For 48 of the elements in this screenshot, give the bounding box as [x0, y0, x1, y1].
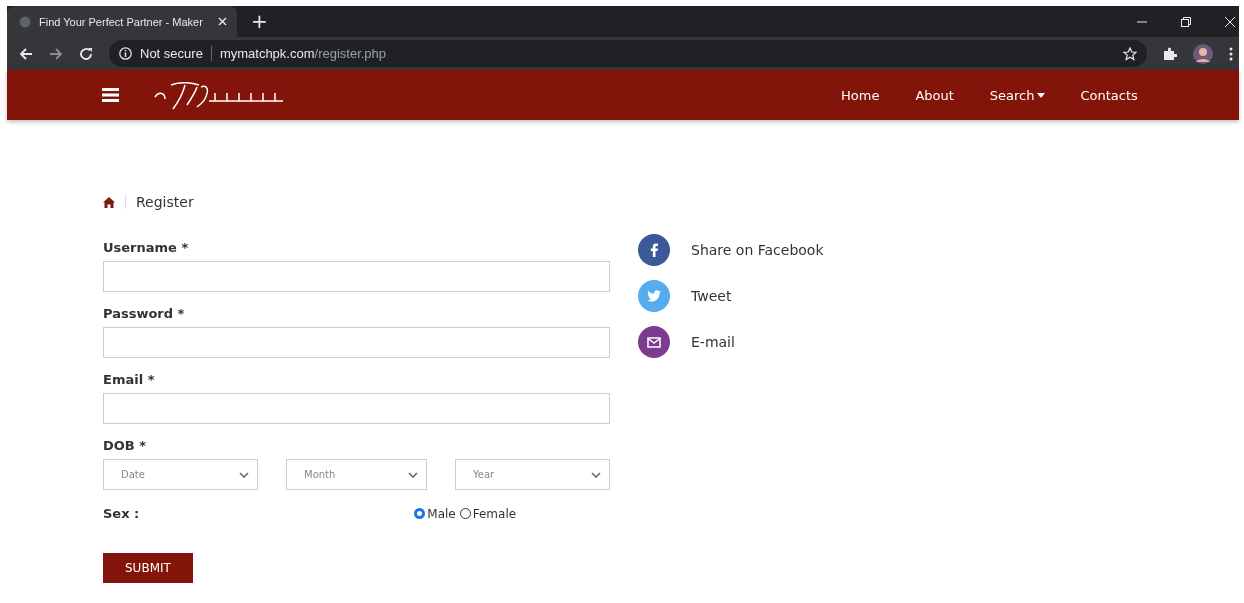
tab-title: Find Your Perfect Partner - Maker [39, 15, 204, 28]
forward-icon[interactable] [49, 46, 63, 61]
field-label: DOB * [103, 438, 148, 453]
chevron-icon [408, 471, 418, 478]
field-label: Username * [103, 240, 190, 255]
nav-link[interactable]: About [915, 87, 954, 103]
puzzle-icon[interactable] [1163, 46, 1177, 61]
dropdown-select[interactable]: Month [286, 459, 427, 490]
share-link[interactable]: Share on Facebook [691, 242, 824, 258]
caret-icon [1036, 92, 1045, 98]
input-field[interactable] [103, 261, 610, 292]
email-icon[interactable] [638, 326, 670, 358]
close-icon[interactable] [1225, 16, 1235, 27]
url-text: mymatchpk.com/register.php [219, 46, 387, 61]
back-icon[interactable] [19, 46, 33, 61]
submit-button[interactable]: SUBMIT [103, 553, 193, 583]
radio-label: Female [472, 506, 517, 521]
new-tab-button[interactable]: + [251, 9, 268, 33]
info-icon [119, 47, 132, 60]
dropdown-select[interactable]: Date [103, 459, 258, 490]
share-link[interactable]: E-mail [691, 334, 735, 350]
home-icon[interactable] [103, 196, 115, 208]
nav-link[interactable]: Search [989, 87, 1045, 103]
input-field[interactable] [103, 393, 610, 424]
input-field[interactable] [103, 327, 610, 358]
avatar-icon[interactable] [1193, 43, 1213, 64]
star-icon[interactable] [1123, 46, 1137, 61]
reload-icon[interactable] [79, 46, 93, 61]
nav-link[interactable]: Contacts [1080, 87, 1138, 103]
close-icon[interactable] [218, 17, 227, 26]
share-link[interactable]: Tweet [691, 288, 732, 304]
menu-icon[interactable] [1229, 46, 1233, 61]
radio-label: Male [427, 506, 456, 521]
field-label: Email * [103, 372, 156, 387]
field-label: Sex : [103, 506, 140, 521]
nav-link[interactable]: Home [841, 87, 880, 103]
security-label: Not secure [140, 46, 203, 61]
facebook-icon[interactable] [638, 234, 670, 266]
breadcrumb-current: Register [136, 194, 194, 210]
menu-icon[interactable] [102, 88, 119, 102]
radio-button[interactable] [414, 508, 426, 519]
restore-icon[interactable] [1181, 16, 1191, 27]
address-bar[interactable]: Not secure mymatchpk.com/register.php [109, 40, 1147, 67]
field-label: Password * [103, 306, 186, 321]
dropdown-select[interactable]: Year [455, 459, 610, 490]
chevron-icon [591, 471, 601, 478]
browser-tab[interactable]: Find Your Perfect Partner - Maker [7, 6, 237, 37]
chevron-icon [239, 471, 249, 478]
